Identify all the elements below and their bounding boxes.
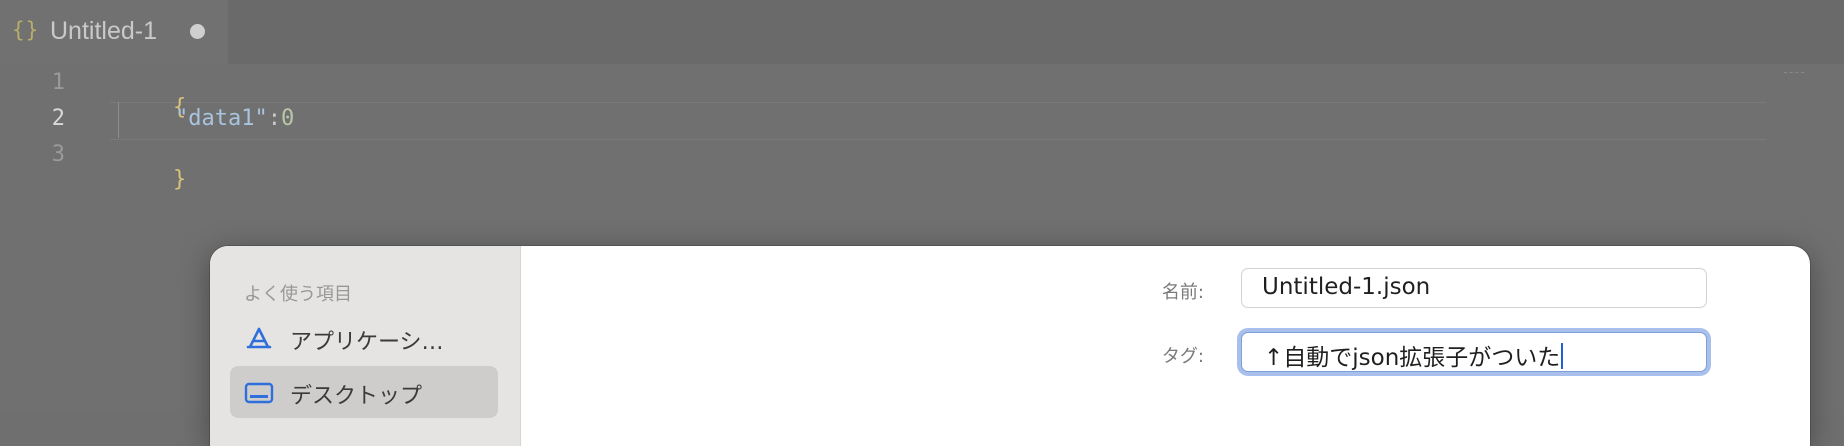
indent-guide: [118, 102, 119, 138]
tags-input-text: ↑自動でjson拡張子がついた: [1264, 345, 1561, 371]
sidebar-item-applications[interactable]: アプリケーシ…: [230, 312, 498, 364]
tab-bar: {} Untitled-1: [0, 0, 1844, 64]
tab-untitled-1[interactable]: {} Untitled-1: [0, 0, 228, 64]
line-number: 2: [51, 106, 65, 131]
json-colon: :: [267, 106, 281, 131]
tab-title: Untitled-1: [50, 17, 157, 45]
current-line-highlight: [110, 102, 1766, 140]
filename-input[interactable]: Untitled-1.json: [1241, 268, 1707, 308]
tags-label: タグ:: [1161, 346, 1204, 367]
sidebar-item-label: デスクトップ: [290, 384, 423, 409]
json-key: "data1": [175, 106, 268, 131]
json-value: 0: [280, 106, 295, 131]
text-caret: [1561, 343, 1564, 369]
save-dialog: よく使う項目 アプリケーシ… デスクトップ 名前: Untitled-1.jso…: [210, 246, 1810, 446]
code-line[interactable]: }: [120, 142, 186, 217]
unsaved-dot-icon[interactable]: [190, 24, 205, 39]
sidebar-item-desktop[interactable]: デスクトップ: [230, 366, 498, 418]
tags-input[interactable]: ↑自動でjson拡張子がついた: [1241, 332, 1707, 372]
name-label: 名前:: [1161, 282, 1204, 303]
applications-icon: [246, 327, 272, 349]
json-file-icon: {}: [12, 18, 40, 42]
favorites-heading: よく使う項目: [244, 284, 352, 305]
sidebar-item-label: アプリケーシ…: [290, 330, 444, 355]
desktop-icon: [244, 382, 274, 404]
dialog-main: 名前: Untitled-1.json タグ: ↑自動でjson拡張子がついた: [521, 246, 1810, 446]
close-brace: }: [172, 167, 187, 192]
code-line[interactable]: "data1":0: [175, 106, 294, 131]
minimap-marker: [1784, 66, 1804, 73]
line-number: 1: [51, 70, 65, 95]
line-number: 3: [51, 142, 65, 167]
dialog-sidebar: よく使う項目 アプリケーシ… デスクトップ: [210, 246, 521, 446]
